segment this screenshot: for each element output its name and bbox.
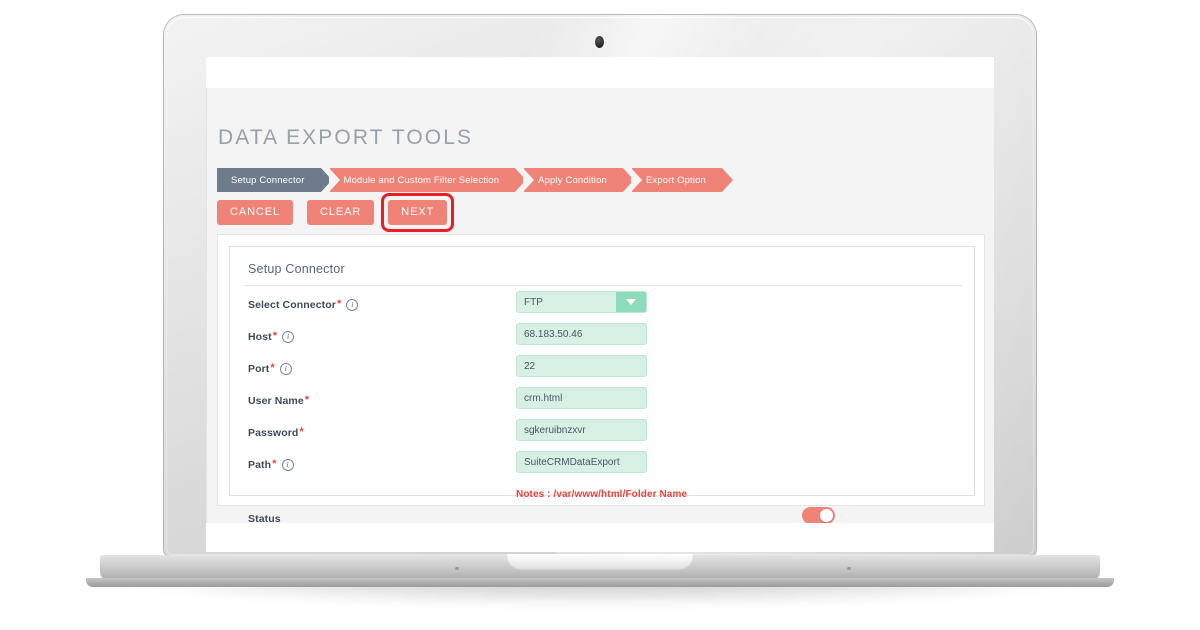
form-row-password: Password * (230, 419, 974, 451)
clear-button-wrap: CLEAR (307, 200, 375, 225)
info-icon[interactable]: i (282, 331, 295, 343)
laptop-base-foot-right (847, 567, 851, 570)
step-label: Module and Custom Filter Selection (343, 174, 500, 186)
path-input[interactable] (516, 451, 647, 473)
step-notch (328, 168, 340, 192)
info-icon[interactable]: i (279, 363, 292, 375)
step-notch (523, 168, 535, 192)
control-user-name (516, 387, 647, 409)
form-row-path: Path * i (230, 451, 974, 483)
step-breadcrumb: Setup Connector Module and Custom Filter… (217, 168, 734, 192)
info-icon[interactable]: i (346, 299, 359, 311)
form-row-user-name: User Name * (230, 387, 974, 419)
host-input[interactable] (516, 323, 647, 345)
label-text: Host (248, 331, 272, 343)
label-text: Path (248, 459, 272, 471)
password-input[interactable] (516, 419, 647, 441)
app-bottom-whitespace (206, 523, 994, 552)
app-top-whitespace (206, 57, 994, 88)
cancel-button-wrap: CANCEL (217, 200, 294, 225)
label-text: Select Connector (248, 299, 336, 311)
step-label: Export Option (645, 174, 706, 186)
label-port: Port * i (248, 361, 292, 375)
card-title: Setup Connector (248, 262, 345, 276)
next-button[interactable]: NEXT (388, 200, 448, 225)
step-setup-connector[interactable]: Setup Connector (217, 168, 332, 192)
form-row-port: Port * i (230, 355, 974, 387)
next-button-highlight-box: NEXT (381, 193, 455, 232)
label-host: Host * i (248, 329, 295, 343)
control-path (516, 451, 647, 473)
app-body: DATA EXPORT TOOLS Setup Connector Module… (206, 88, 994, 525)
cancel-button[interactable]: CANCEL (217, 200, 294, 225)
step-label: Apply Condition (538, 174, 607, 186)
card-divider (244, 285, 962, 286)
step-module-and-custom-filter-selection[interactable]: Module and Custom Filter Selection (328, 168, 526, 192)
laptop-screen: DATA EXPORT TOOLS Setup Connector Module… (206, 57, 994, 552)
label-path: Path * i (248, 457, 294, 471)
laptop-base-lip (86, 578, 1114, 587)
step-notch (630, 168, 642, 192)
screenshot-stage: DATA EXPORT TOOLS Setup Connector Module… (0, 0, 1200, 630)
step-export-option[interactable]: Export Option (630, 168, 734, 192)
required-marker: * (272, 457, 277, 470)
required-marker: * (304, 393, 310, 406)
content-panel: Setup Connector Select Connector * i FTP… (217, 234, 985, 525)
label-text: Port (248, 363, 270, 375)
info-icon[interactable]: i (281, 459, 294, 471)
label-user-name: User Name * (248, 393, 310, 407)
webcam-icon (595, 36, 604, 48)
form-row-notes: Notes : /var/www/html/Folder Name (230, 483, 974, 505)
control-host (516, 323, 647, 345)
status-toggle-knob (820, 509, 833, 522)
label-text: Password (248, 427, 299, 439)
form-row-select-connector: Select Connector * i FTP (230, 291, 974, 323)
status-toggle[interactable] (802, 507, 835, 524)
label-text: User Name (248, 395, 304, 407)
required-marker: * (336, 297, 342, 310)
user-name-input[interactable] (516, 387, 647, 409)
control-select-connector: FTP (516, 291, 647, 313)
required-marker: * (272, 329, 278, 342)
step-label: Setup Connector (231, 174, 305, 186)
select-connector-value: FTP (524, 297, 543, 308)
form-row-host: Host * i (230, 323, 974, 355)
page-title: DATA EXPORT TOOLS (218, 126, 474, 149)
action-button-bar: CANCEL CLEAR NEXT (217, 193, 455, 232)
control-password (516, 419, 647, 441)
select-connector-dropdown[interactable]: FTP (516, 291, 647, 313)
required-marker: * (299, 425, 304, 438)
laptop-base-foot-left (455, 567, 459, 570)
required-marker: * (270, 361, 275, 374)
label-password: Password * (248, 425, 304, 439)
clear-button[interactable]: CLEAR (307, 200, 375, 225)
chevron-down-icon[interactable] (616, 292, 646, 312)
port-input[interactable] (516, 355, 647, 377)
setup-connector-card: Setup Connector Select Connector * i FTP… (229, 246, 975, 525)
step-apply-condition[interactable]: Apply Condition (523, 168, 634, 192)
control-port (516, 355, 647, 377)
setup-connector-form: Select Connector * i FTP Host * i 68.183… (230, 291, 974, 537)
notes-text: Notes : /var/www/html/Folder Name (516, 489, 688, 500)
label-select-connector: Select Connector * i (248, 297, 359, 311)
